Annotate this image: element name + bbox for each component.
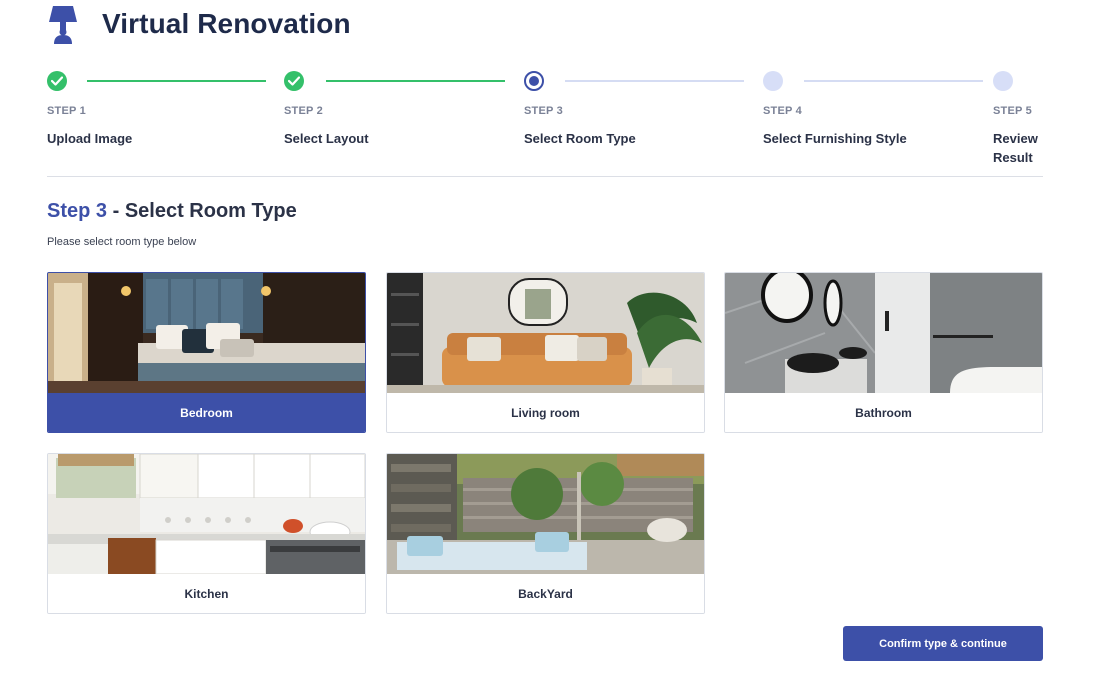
step-name: Select Layout [284, 131, 369, 146]
progress-stepper: STEP 1 Upload Image STEP 2 Select Layout… [47, 70, 1043, 170]
bathroom-image [725, 273, 1042, 393]
divider [47, 176, 1043, 177]
room-card-label: Living room [387, 393, 704, 432]
backyard-image [387, 454, 704, 574]
living-room-image [387, 273, 704, 393]
room-card-bathroom[interactable]: Bathroom [724, 272, 1043, 433]
step-name: Select Room Type [524, 131, 636, 146]
section-title-text: Select Room Type [124, 200, 297, 222]
kitchen-image [48, 454, 365, 574]
app-header: Virtual Renovation [47, 4, 351, 44]
room-card-living-room[interactable]: Living room [386, 272, 705, 433]
room-card-kitchen[interactable]: Kitchen [47, 453, 366, 614]
step-number: STEP 5 [993, 105, 1032, 117]
app-title: Virtual Renovation [102, 8, 351, 39]
step-number: STEP 3 [524, 105, 563, 117]
pending-step-indicator [763, 71, 783, 91]
room-card-label: Kitchen [48, 574, 365, 613]
room-card-bedroom[interactable]: Bedroom [47, 272, 366, 433]
section-separator: - [107, 200, 125, 222]
step-connector [804, 80, 983, 82]
room-card-label: Bathroom [725, 393, 1042, 432]
check-icon [284, 71, 304, 91]
section-title: Step 3 - Select Room Type [47, 200, 297, 223]
step-name: Review Result [993, 131, 1038, 165]
step-connector [326, 80, 505, 82]
lamp-icon [49, 6, 77, 44]
step-number: STEP 1 [47, 105, 86, 117]
step-connector [565, 80, 744, 82]
confirm-continue-button[interactable]: Confirm type & continue [843, 626, 1043, 661]
step-name: Select Furnishing Style [763, 131, 907, 146]
section-step-prefix: Step 3 [47, 200, 108, 222]
step-name: Upload Image [47, 131, 133, 146]
room-card-label: Bedroom [48, 393, 365, 432]
bedroom-image [48, 273, 365, 393]
step-connector [87, 80, 266, 82]
step-number: STEP 2 [284, 105, 323, 117]
room-card-backyard[interactable]: BackYard [386, 453, 705, 614]
room-card-label: BackYard [387, 574, 704, 613]
current-step-indicator [524, 71, 544, 91]
section-subtitle: Please select room type below [47, 236, 197, 248]
check-icon [47, 71, 67, 91]
step-number: STEP 4 [763, 105, 802, 117]
pending-step-indicator [993, 71, 1013, 91]
